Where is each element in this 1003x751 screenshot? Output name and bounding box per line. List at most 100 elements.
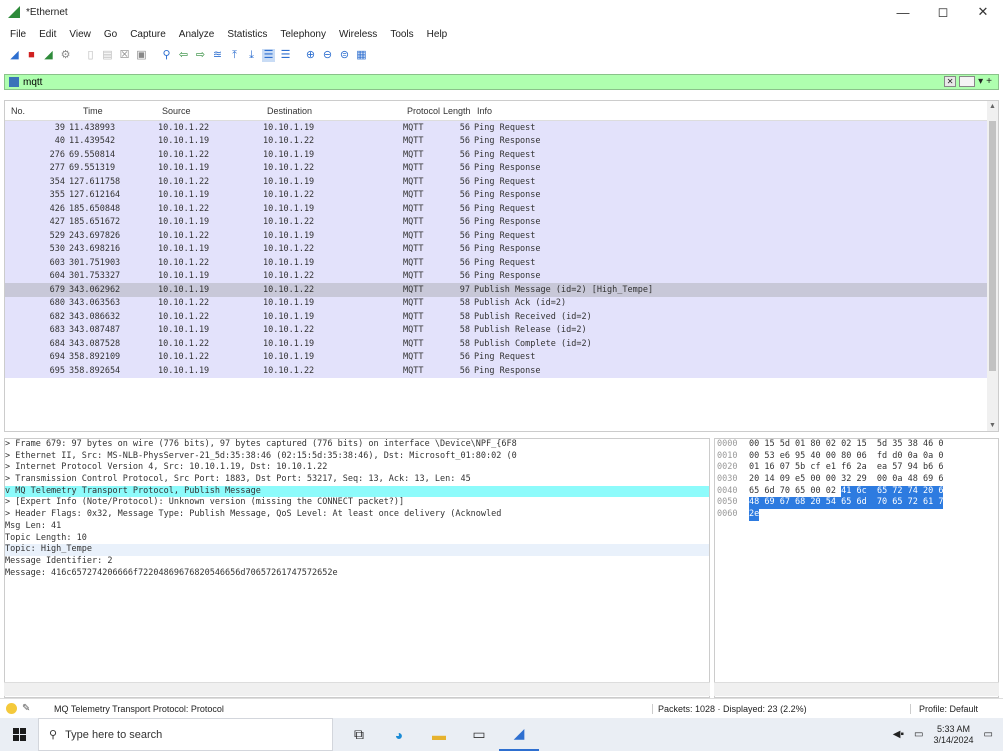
bytes-hex[interactable]: 00 15 5d 01 80 02 02 15 5d 35 38 46 0: [749, 439, 943, 451]
table-row[interactable]: 355 127.612164 10.10.1.19 10.10.1.22 MQTT 56 P…: [5, 188, 989, 202]
detail-line[interactable]: Msg Len: 41: [5, 521, 709, 533]
table-row[interactable]: 426 185.650848 10.10.1.22 10.10.1.19 MQTT 56 P…: [5, 202, 989, 216]
scroll-up-icon[interactable]: ▲: [989, 103, 996, 110]
menu-help[interactable]: Help: [427, 29, 448, 40]
col-destination[interactable]: Destination: [267, 106, 407, 116]
table-row[interactable]: 604 301.753327 10.10.1.19 10.10.1.22 MQTT 56 P…: [5, 269, 989, 283]
apply-filter-button[interactable]: [959, 76, 976, 87]
start-button[interactable]: [0, 718, 38, 751]
table-row[interactable]: 694 358.892109 10.10.1.22 10.10.1.19 MQTT 56 P…: [5, 350, 989, 364]
table-row[interactable]: 354 127.611758 10.10.1.22 10.10.1.19 MQTT 56 P…: [5, 175, 989, 189]
detail-line[interactable]: > Header Flags: 0x32, Message Type: Publ…: [5, 509, 709, 521]
details-hscrollbar[interactable]: [4, 682, 710, 696]
col-protocol[interactable]: Protocol: [407, 106, 443, 116]
table-row[interactable]: 530 243.698216 10.10.1.19 10.10.1.22 MQTT 56 P…: [5, 242, 989, 256]
back-icon[interactable]: ⇦: [177, 49, 190, 62]
detail-line[interactable]: > [Expert Info (Note/Protocol): Unknown …: [5, 497, 709, 509]
table-row[interactable]: 276 69.550814 10.10.1.22 10.10.1.19 MQTT 56 Pi…: [5, 148, 989, 162]
task-view-icon[interactable]: ⧉: [339, 718, 379, 751]
reload-icon[interactable]: ▣: [135, 49, 148, 62]
find-icon[interactable]: ⚲: [160, 49, 173, 62]
save-icon[interactable]: ▤: [101, 49, 114, 62]
zoom-out-icon[interactable]: ⊖: [321, 49, 334, 62]
menu-go[interactable]: Go: [104, 29, 117, 40]
detail-line[interactable]: Message: 416c657274206666f72204869676820…: [5, 568, 709, 580]
menu-tools[interactable]: Tools: [390, 29, 413, 40]
table-row[interactable]: 684 343.087528 10.10.1.22 10.10.1.19 MQTT 58 P…: [5, 337, 989, 351]
menu-file[interactable]: File: [10, 29, 26, 40]
table-row[interactable]: 695 358.892654 10.10.1.19 10.10.1.22 MQTT 56 P…: [5, 364, 989, 378]
table-row[interactable]: 427 185.651672 10.10.1.19 10.10.1.22 MQTT 56 P…: [5, 215, 989, 229]
menu-telephony[interactable]: Telephony: [280, 29, 326, 40]
detail-line[interactable]: > Frame 679: 97 bytes on wire (776 bits)…: [5, 439, 709, 451]
display-filter-input[interactable]: [23, 76, 903, 88]
col-info[interactable]: Info: [477, 106, 998, 116]
stop-icon[interactable]: ■: [25, 49, 38, 62]
terminal-icon[interactable]: ▭: [459, 718, 499, 751]
restart-icon[interactable]: ◢: [42, 49, 55, 62]
detail-line[interactable]: > Ethernet II, Src: MS-NLB-PhysServer-21…: [5, 451, 709, 463]
menu-statistics[interactable]: Statistics: [227, 29, 267, 40]
taskbar-clock[interactable]: 5:33 AM 3/14/2024: [934, 724, 974, 746]
table-row[interactable]: 40 11.439542 10.10.1.19 10.10.1.22 MQTT 56 Pin…: [5, 134, 989, 148]
bookmark-icon[interactable]: [9, 77, 19, 87]
minimize-icon[interactable]: —: [883, 0, 923, 24]
resize-columns-icon[interactable]: ▦: [355, 49, 368, 62]
col-length[interactable]: Length: [443, 106, 477, 116]
notifications-icon[interactable]: ▭: [984, 729, 993, 740]
menu-view[interactable]: View: [69, 29, 91, 40]
bytes-hex[interactable]: 20 14 09 e5 00 00 32 29 00 0a 48 69 6: [749, 474, 943, 486]
packet-list-scrollbar[interactable]: ▲ ▼: [987, 101, 998, 431]
scroll-down-icon[interactable]: ▼: [989, 422, 996, 429]
zoom-normal-icon[interactable]: ⊜: [338, 49, 351, 62]
autoscroll-icon[interactable]: ☰: [262, 48, 275, 62]
table-row[interactable]: 603 301.751903 10.10.1.22 10.10.1.19 MQTT 56 P…: [5, 256, 989, 270]
first-icon[interactable]: ⤒: [228, 49, 241, 62]
network-icon[interactable]: ▭: [914, 729, 923, 740]
menu-capture[interactable]: Capture: [130, 29, 166, 40]
close-file-icon[interactable]: ☒: [118, 49, 131, 62]
detail-line[interactable]: v MQ Telemetry Transport Protocol, Publi…: [5, 485, 709, 498]
goto-icon[interactable]: ≊: [211, 49, 224, 62]
detail-line[interactable]: > Internet Protocol Version 4, Src: 10.1…: [5, 462, 709, 474]
table-row[interactable]: 277 69.551319 10.10.1.19 10.10.1.22 MQTT 56 Pi…: [5, 161, 989, 175]
bytes-hex[interactable]: 41 6c 65 72 74 20 6: [841, 485, 944, 498]
table-row[interactable]: 39 11.438993 10.10.1.22 10.10.1.19 MQTT 56 Pin…: [5, 121, 989, 135]
maximize-icon[interactable]: ◻: [923, 0, 963, 24]
detail-line[interactable]: Topic: High_Tempe: [5, 544, 709, 556]
capture-comment-icon[interactable]: ✎: [22, 703, 34, 715]
table-row[interactable]: 682 343.086632 10.10.1.22 10.10.1.19 MQTT 58 P…: [5, 310, 989, 324]
bytes-hex[interactable]: 48 69 67 68 20 54 65 6d 70 65 72 61 7: [749, 497, 944, 510]
taskbar-search[interactable]: ⚲ Type here to search: [38, 718, 333, 751]
col-time[interactable]: Time: [69, 106, 162, 116]
col-no[interactable]: No.: [5, 106, 69, 116]
bytes-hex[interactable]: 00 53 e6 95 40 00 80 06 fd d0 0a 0a 0: [749, 451, 943, 463]
table-row[interactable]: 680 343.063563 10.10.1.22 10.10.1.19 MQTT 58 P…: [5, 296, 989, 310]
table-row[interactable]: 529 243.697826 10.10.1.22 10.10.1.19 MQTT 56 P…: [5, 229, 989, 243]
edge-icon[interactable]: ◕: [379, 718, 419, 751]
options-icon[interactable]: ⚙: [59, 49, 72, 62]
open-icon[interactable]: ▯: [84, 49, 97, 62]
col-source[interactable]: Source: [162, 106, 267, 116]
menu-analyze[interactable]: Analyze: [179, 29, 215, 40]
wireshark-taskbar-icon[interactable]: ◢: [499, 718, 539, 751]
file-explorer-icon[interactable]: ▬: [419, 718, 459, 751]
last-icon[interactable]: ⤓: [245, 49, 258, 62]
table-row[interactable]: 683 343.087487 10.10.1.19 10.10.1.22 MQTT 58 P…: [5, 323, 989, 337]
bytes-hscrollbar[interactable]: [714, 682, 999, 696]
detail-line[interactable]: > Transmission Control Protocol, Src Por…: [5, 474, 709, 486]
speaker-network-icon[interactable]: ◀▪: [893, 729, 904, 740]
bytes-hex[interactable]: 2e: [749, 509, 760, 521]
forward-icon[interactable]: ⇨: [194, 49, 207, 62]
table-row[interactable]: 679 343.062962 10.10.1.19 10.10.1.22 MQTT 97 P…: [5, 283, 989, 297]
detail-line[interactable]: Topic Length: 10: [5, 533, 709, 545]
bytes-hex[interactable]: 01 16 07 5b cf e1 f6 2a ea 57 94 b6 6: [749, 462, 943, 474]
expert-info-icon[interactable]: [6, 703, 17, 714]
close-icon[interactable]: ✕: [963, 0, 1003, 24]
menu-edit[interactable]: Edit: [39, 29, 56, 40]
scrollbar-thumb[interactable]: [989, 121, 996, 371]
menu-wireless[interactable]: Wireless: [339, 29, 377, 40]
add-filter-button[interactable]: +: [986, 76, 992, 87]
status-profile[interactable]: Profile: Default: [910, 703, 978, 714]
bytes-hex[interactable]: 65 6d 70 65 00 02: [749, 486, 841, 498]
